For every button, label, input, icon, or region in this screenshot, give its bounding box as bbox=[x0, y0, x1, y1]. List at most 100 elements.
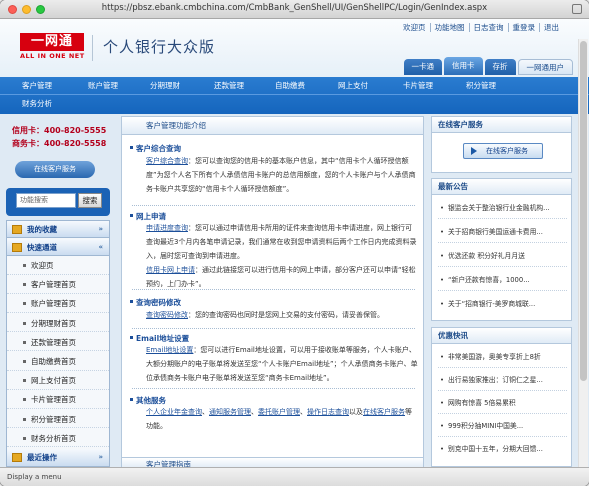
nav-repayment[interactable]: 还款管理 bbox=[214, 77, 244, 95]
chevron-down-icon[interactable]: » bbox=[98, 221, 103, 238]
link-password-change[interactable]: 查询密码修改 bbox=[146, 311, 188, 319]
nav-self-pay[interactable]: 自助缴费 bbox=[275, 77, 305, 95]
quick-link-item[interactable]: 账户管理首页 bbox=[7, 295, 109, 313]
menu-recent[interactable]: 最近操作 » bbox=[7, 449, 109, 466]
quick-link-item[interactable]: 分期理财首页 bbox=[7, 315, 109, 333]
online-service-title: 在线客户服务 bbox=[432, 117, 571, 133]
nav-card-mgmt[interactable]: 卡片管理 bbox=[403, 77, 433, 95]
status-bar: Display a menu bbox=[0, 467, 589, 486]
promo-item[interactable]: 别克中国十五年，分期大回馈... bbox=[440, 444, 568, 454]
nav-customer-mgmt[interactable]: 客户管理 bbox=[22, 77, 52, 95]
quick-link-item[interactable]: 客户管理首页 bbox=[7, 276, 109, 294]
link-function-map[interactable]: 功能地图 bbox=[429, 23, 469, 32]
nav-account-mgmt[interactable]: 账户管理 bbox=[88, 77, 118, 95]
divider bbox=[438, 218, 567, 219]
main-content: 客户管理功能介绍 客户综合查询 客户综合查询：您可以查询您的信用卡的基本账户信息… bbox=[121, 116, 424, 467]
guide-title: 客户管理指南 bbox=[122, 457, 423, 467]
link-entrust[interactable]: 委托账户管理 bbox=[258, 408, 300, 416]
left-sidebar: 信用卡：400-820-5555 商务卡：400-820-5558 在线客户服务… bbox=[6, 124, 110, 467]
bullet-icon bbox=[23, 417, 26, 421]
news-item[interactable]: 关于“招商银行-美罗商城联... bbox=[440, 299, 568, 309]
promo-item[interactable]: 网购有惊喜 5倍易累积 bbox=[440, 398, 568, 408]
section-title-password: 查询密码修改 bbox=[130, 298, 181, 307]
chevron-down-icon[interactable]: » bbox=[98, 449, 103, 466]
quick-link-item[interactable]: 财务分析首页 bbox=[7, 430, 109, 448]
nav-points-mgmt[interactable]: 积分管理 bbox=[466, 77, 496, 95]
scrollbar-thumb[interactable] bbox=[580, 41, 587, 381]
hotlines: 信用卡：400-820-5555 商务卡：400-820-5558 bbox=[12, 124, 106, 150]
tab-credit-card[interactable]: 信用卡 bbox=[444, 57, 483, 75]
tab-passbook[interactable]: 存折 bbox=[484, 59, 516, 75]
nav-installment[interactable]: 分期理财 bbox=[150, 77, 180, 95]
link-online-apply[interactable]: 信用卡网上申请 bbox=[146, 266, 195, 274]
link-annuity[interactable]: 个人企业年金查询 bbox=[146, 408, 202, 416]
link-log-query[interactable]: 日志查询 bbox=[468, 23, 508, 32]
quick-link-item[interactable]: 还款管理首页 bbox=[7, 334, 109, 352]
logo-divider bbox=[92, 35, 93, 61]
chevron-up-icon[interactable]: « bbox=[98, 239, 103, 256]
logo[interactable]: 一网通 bbox=[20, 33, 84, 51]
bullet-icon bbox=[23, 398, 26, 402]
side-menu: 我的收藏 » 快速通道 « 欢迎页客户管理首页账户管理首页分期理财首页 还款管理首… bbox=[6, 220, 110, 467]
promo-title: 优惠快讯 bbox=[432, 328, 571, 344]
promo-item[interactable]: 非常美国游，奥美专享折上8折 bbox=[440, 352, 568, 362]
link-notify[interactable]: 通知服务管理 bbox=[209, 408, 251, 416]
link-logout[interactable]: 退出 bbox=[539, 23, 563, 32]
news-item[interactable]: 优选还款 积分好礼月月送 bbox=[440, 251, 568, 261]
online-service-button[interactable]: 在线客户服务 bbox=[15, 161, 95, 178]
menu-favorites[interactable]: 我的收藏 » bbox=[7, 221, 109, 238]
link-online-service[interactable]: 在线客户服务 bbox=[363, 408, 405, 416]
function-search: 功能搜索 搜索 bbox=[6, 188, 110, 216]
nav-online-pay[interactable]: 网上支付 bbox=[338, 77, 368, 95]
link-customer-query[interactable]: 客户综合查询 bbox=[146, 157, 188, 165]
search-button[interactable]: 搜索 bbox=[78, 193, 102, 208]
link-email-setting[interactable]: Email地址设置 bbox=[146, 346, 193, 354]
news-item[interactable]: “新户还款有惊喜，1000... bbox=[440, 275, 568, 285]
tab-netbank-user[interactable]: 一网通用户 bbox=[517, 59, 573, 75]
link-oplog[interactable]: 操作日志查询 bbox=[307, 408, 349, 416]
menu-favorites-label: 我的收藏 bbox=[27, 225, 57, 234]
divider bbox=[132, 289, 415, 290]
news-item[interactable]: 关于招商银行美国运通卡费用... bbox=[440, 227, 568, 237]
section-text-other: 个人企业年金查询、通知服务管理、委托账户管理、操作日志查询以及在线客户服务等功能… bbox=[146, 408, 412, 430]
folder-icon bbox=[12, 453, 22, 462]
divider bbox=[438, 242, 567, 243]
promo-item[interactable]: 出行易独家推出：订铜仁之星... bbox=[440, 375, 568, 385]
brand-title: 个人银行大众版 bbox=[103, 38, 216, 56]
tab-debit-card[interactable]: 一卡通 bbox=[403, 59, 442, 75]
section-text-query: 客户综合查询：您可以查询您的信用卡的基本账户信息，其中“信用卡个人循环授信额度”… bbox=[146, 157, 416, 193]
divider bbox=[438, 412, 567, 414]
quick-link-item[interactable]: 欢迎页 bbox=[7, 257, 109, 275]
nav-row-1: 客户管理 账户管理 分期理财 还款管理 自助缴费 网上支付 卡片管理 积分管理 bbox=[0, 77, 589, 95]
link-relogin[interactable]: 重登录 bbox=[507, 23, 540, 32]
promo-item[interactable]: 999积分抽MINI中国美... bbox=[440, 421, 568, 431]
fullscreen-icon[interactable] bbox=[572, 4, 582, 14]
news-item[interactable]: 银监会关于整治银行业金融机构... bbox=[440, 203, 568, 213]
search-input[interactable]: 功能搜索 bbox=[16, 193, 76, 208]
link-apply-progress[interactable]: 申请进度查询 bbox=[146, 224, 188, 232]
nav-finance-analysis[interactable]: 财务分析 bbox=[22, 95, 52, 113]
site-header: 一网通 ALL IN ONE NET 个人银行大众版 欢迎页 功能地图 日志查询… bbox=[0, 19, 589, 77]
quick-link-label: 客户管理首页 bbox=[31, 280, 76, 290]
link-welcome[interactable]: 欢迎页 bbox=[399, 23, 430, 32]
card-type-tabs: 一卡通 信用卡 存折 一网通用户 bbox=[402, 57, 573, 75]
quick-link-label: 分期理财首页 bbox=[31, 318, 76, 328]
url-address[interactable]: https://pbsz.ebank.cmbchina.com/CmbBank_… bbox=[0, 3, 589, 13]
menu-quick-access[interactable]: 快速通道 « bbox=[7, 239, 109, 256]
divider bbox=[132, 388, 415, 389]
quick-link-item[interactable]: 自助缴费首页 bbox=[7, 353, 109, 371]
quick-link-item[interactable]: 网上支付首页 bbox=[7, 372, 109, 390]
news-title: 最新公告 bbox=[432, 179, 571, 195]
online-service-btn[interactable]: 在线客户服务 bbox=[463, 143, 543, 159]
promo-box: 优惠快讯 非常美国游，奥美专享折上8折出行易独家推出：订铜仁之星... 网购有惊喜… bbox=[431, 327, 572, 467]
bullet-icon bbox=[23, 436, 26, 440]
quick-link-label: 还款管理首页 bbox=[31, 337, 76, 347]
quick-link-item[interactable]: 卡片管理首页 bbox=[7, 391, 109, 409]
quick-link-label: 卡片管理首页 bbox=[31, 395, 76, 405]
content-title: 客户管理功能介绍 bbox=[122, 117, 423, 135]
menu-quick-label: 快速通道 bbox=[27, 243, 57, 252]
quick-link-item[interactable]: 积分管理首页 bbox=[7, 411, 109, 429]
page-scrollbar[interactable] bbox=[578, 39, 588, 467]
bullet-icon bbox=[23, 283, 26, 287]
menu-recent-label: 最近操作 bbox=[27, 453, 57, 462]
